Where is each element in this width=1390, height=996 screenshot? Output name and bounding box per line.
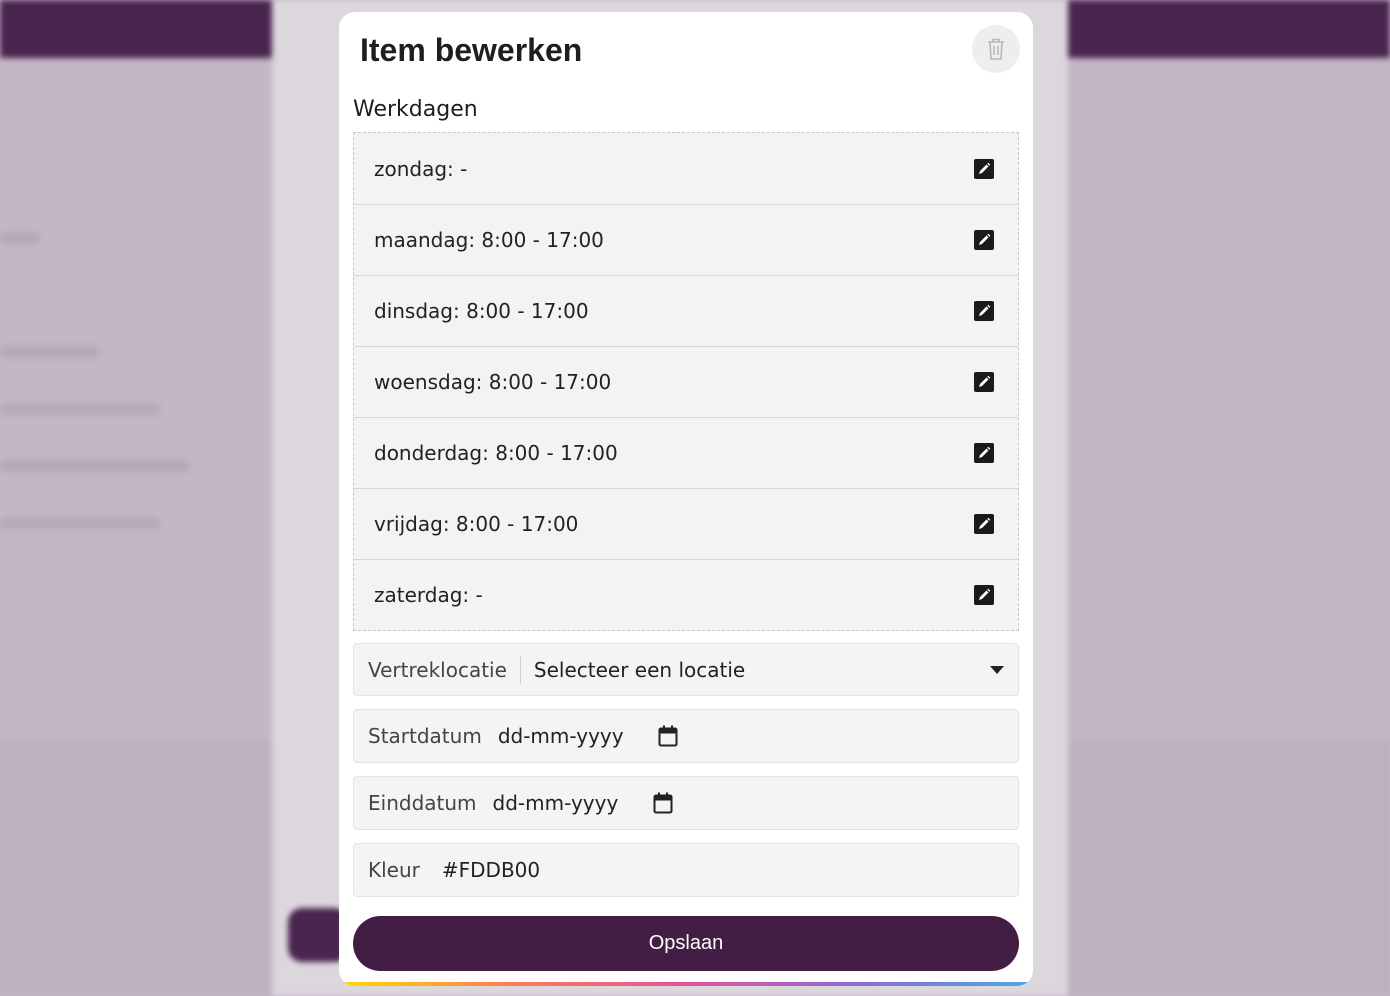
select-divider: [519, 655, 521, 684]
start-date-input[interactable]: dd-mm-yyyy: [498, 724, 650, 748]
end-date-input[interactable]: dd-mm-yyyy: [493, 791, 645, 815]
workday-row-friday[interactable]: vrijdag: 8:00 - 17:00: [354, 488, 1018, 559]
workday-row-saturday[interactable]: zaterdag: -: [354, 559, 1018, 630]
workday-text: maandag: 8:00 - 17:00: [374, 228, 604, 252]
workdays-list: zondag: - maandag: 8:00 - 17:00 dinsdag:…: [353, 132, 1019, 631]
edit-item-modal: Item bewerken Werkdagen zondag: - maanda…: [339, 12, 1033, 986]
end-date-field[interactable]: Einddatum dd-mm-yyyy: [353, 776, 1019, 830]
color-input[interactable]: #FDDB00: [442, 858, 540, 882]
color-field[interactable]: Kleur #FDDB00: [353, 843, 1019, 897]
edit-icon[interactable]: [974, 158, 994, 179]
delete-button[interactable]: [972, 25, 1020, 73]
departure-location-label: Vertreklocatie: [368, 657, 507, 682]
edit-icon[interactable]: [974, 230, 994, 250]
edit-icon[interactable]: [974, 372, 994, 392]
start-date-field[interactable]: Startdatum dd-mm-yyyy: [353, 709, 1019, 763]
color-label: Kleur: [368, 858, 420, 882]
edit-icon[interactable]: [974, 585, 994, 605]
workday-text: vrijdag: 8:00 - 17:00: [374, 512, 579, 536]
workdays-label: Werkdagen: [353, 97, 478, 122]
workday-text: zondag: -: [374, 156, 468, 181]
end-date-label: Einddatum: [368, 791, 477, 815]
workday-row-sunday[interactable]: zondag: -: [354, 133, 1018, 204]
modal-title: Item bewerken: [360, 32, 583, 68]
edit-icon[interactable]: [974, 514, 994, 534]
calendar-icon[interactable]: [658, 725, 678, 747]
workday-row-tuesday[interactable]: dinsdag: 8:00 - 17:00: [354, 275, 1018, 346]
departure-location-select[interactable]: Vertreklocatie Selecteer een locatie: [353, 643, 1019, 696]
departure-location-value: Selecteer een locatie: [533, 657, 746, 682]
calendar-icon[interactable]: [653, 792, 673, 814]
workday-text: woensdag: 8:00 - 17:00: [374, 370, 612, 394]
workday-row-wednesday[interactable]: woensdag: 8:00 - 17:00: [354, 346, 1018, 417]
edit-icon[interactable]: [974, 443, 994, 463]
workday-text: dinsdag: 8:00 - 17:00: [374, 299, 589, 323]
start-date-label: Startdatum: [368, 724, 482, 748]
workday-text: zaterdag: -: [374, 583, 483, 607]
workday-row-monday[interactable]: maandag: 8:00 - 17:00: [354, 204, 1018, 275]
edit-icon[interactable]: [974, 301, 994, 321]
workday-text: donderdag: 8:00 - 17:00: [374, 441, 618, 465]
workday-row-thursday[interactable]: donderdag: 8:00 - 17:00: [354, 417, 1018, 488]
trash-icon: [988, 38, 1004, 60]
chevron-down-icon: [990, 665, 1004, 674]
save-button[interactable]: Opslaan: [353, 916, 1019, 971]
